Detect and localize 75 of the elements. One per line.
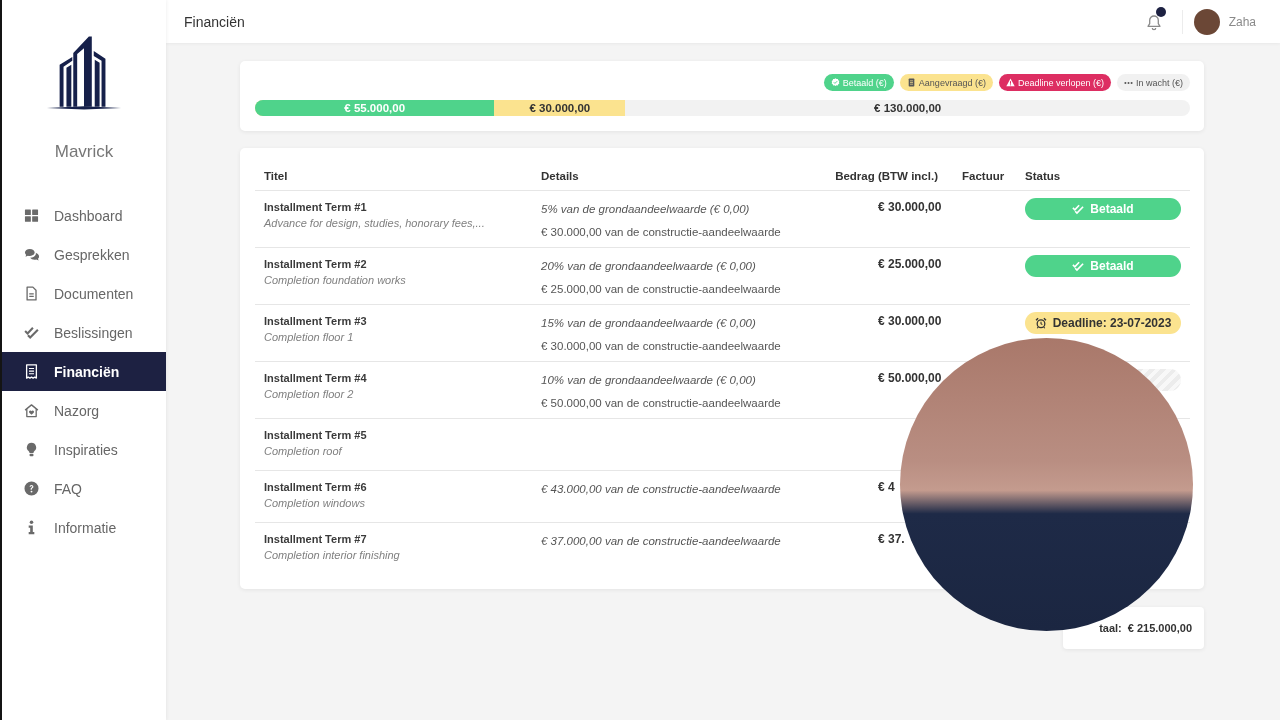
receipt-icon: [24, 364, 39, 379]
ellipsis-icon: [1123, 80, 1133, 85]
row-title: Installment Term #3: [264, 314, 367, 329]
detail-text: 5% van de grondaandeelwaarde (€ 0,00): [541, 202, 750, 217]
double-check-icon: [1072, 260, 1085, 272]
row-subtitle: Completion floor 1: [264, 330, 354, 345]
legend-badge: Aangevraagd (€): [899, 74, 993, 91]
bell-icon[interactable]: [1145, 14, 1162, 31]
progress-label: € 55.000,00: [344, 101, 406, 115]
row-subtitle: Completion interior finishing: [264, 548, 400, 563]
detail-text: € 43.000,00 van de constructie-aandeelwaarde: [541, 482, 781, 497]
grid-icon: [24, 208, 39, 223]
column-header: Titel: [264, 169, 288, 184]
total-label: taal:: [1099, 621, 1122, 635]
status-badge: Betaald: [1025, 198, 1181, 220]
sidebar-item[interactable]: FAQ: [2, 469, 166, 508]
chat-bubbles-icon: [24, 247, 39, 262]
sidebar-item[interactable]: Gesprekken: [2, 235, 166, 274]
progress-label: € 130.000,00: [874, 101, 942, 115]
sidebar-item[interactable]: Financiën: [2, 352, 166, 391]
status-badge: Deadline: 23-07-2023: [1025, 312, 1181, 334]
user-name[interactable]: Zaha: [1228, 14, 1256, 29]
column-header: Details: [541, 169, 579, 184]
amount-text: € 50.000,00: [878, 371, 942, 386]
sidebar-item[interactable]: Inspiraties: [2, 430, 166, 469]
detail-text: € 30.000,00 van de constructie-aandeelwaarde: [541, 225, 781, 240]
alarm-clock-icon: [1034, 317, 1047, 329]
row-title: Installment Term #4: [264, 371, 367, 386]
row-subtitle: Completion foundation works: [264, 273, 406, 288]
sidebar-item[interactable]: Documenten: [2, 274, 166, 313]
row-title: Installment Term #1: [264, 200, 367, 215]
row-subtitle: Advance for design, studies, honorary fees,...: [264, 216, 485, 231]
detail-text: 20% van de grondaandeelwaarde (€ 0,00): [541, 259, 756, 274]
brand-name: Mavrick: [54, 142, 114, 162]
lightbulb-icon: [24, 442, 39, 457]
row-subtitle: Completion floor 2: [264, 387, 354, 402]
document-icon: [24, 286, 39, 301]
row-title: Installment Term #2: [264, 257, 367, 272]
double-check-icon: [1072, 203, 1085, 215]
sidebar-item[interactable]: Informatie: [2, 508, 166, 547]
amount-text: € 25.000,00: [878, 257, 942, 272]
row-subtitle: Completion windows: [264, 496, 365, 511]
column-header: Bedrag (BTW incl.): [835, 169, 938, 184]
detail-text: 10% van de grondaandeelwaarde (€ 0,00): [541, 373, 756, 388]
legend-badge: Betaald (€): [823, 74, 894, 91]
double-check-icon: [24, 325, 39, 340]
detail-text: € 25.000,00 van de constructie-aandeelwaarde: [541, 282, 781, 297]
avatar[interactable]: [1193, 8, 1220, 35]
sidebar-item[interactable]: Beslissingen: [2, 313, 166, 352]
column-header: Status: [1025, 169, 1061, 184]
amount-text: € 30.000,00: [878, 200, 942, 215]
progress-label: € 30.000,00: [529, 101, 591, 115]
page-title: Financiën: [184, 13, 245, 30]
row-subtitle: Completion roof: [264, 444, 342, 459]
sidebar-item[interactable]: Dashboard: [2, 196, 166, 235]
amount-text: € 30.000,00: [878, 314, 942, 329]
check-badge-icon: [830, 78, 840, 87]
total-value: € 215.000,00: [1127, 621, 1192, 635]
amount-text: € 4: [878, 480, 895, 495]
detail-text: € 30.000,00 van de constructie-aandeelwaarde: [541, 339, 781, 354]
row-title: Installment Term #5: [264, 428, 367, 443]
receipt-icon: [906, 78, 916, 87]
detail-text: € 37.000,00 van de constructie-aandeelwaarde: [541, 534, 781, 549]
row-title: Installment Term #7: [264, 532, 367, 547]
warning-icon: [1005, 78, 1015, 87]
status-badge: Betaald: [1025, 255, 1181, 277]
detail-text: 15% van de grondaandeelwaarde (€ 0,00): [541, 316, 756, 331]
sidebar-item[interactable]: Nazorg: [2, 391, 166, 430]
legend-badge: In wacht (€): [1116, 74, 1190, 91]
house-heart-icon: [24, 403, 39, 418]
column-header: Factuur: [962, 169, 1005, 184]
row-title: Installment Term #6: [264, 480, 367, 495]
legend-badge: Deadline verlopen (€): [998, 74, 1111, 91]
detail-text: € 50.000,00 van de constructie-aandeelwaarde: [541, 396, 781, 411]
amount-text: € 37.: [878, 532, 905, 547]
